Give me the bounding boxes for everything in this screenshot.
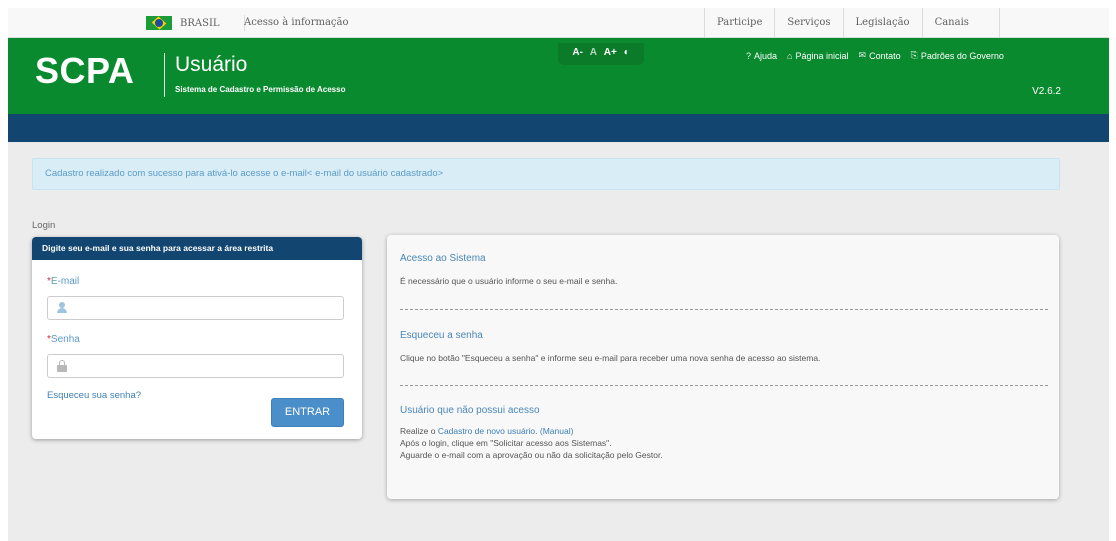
forgot-section: Esqueceu a senha Clique no botão "Esquec… xyxy=(400,330,1048,364)
servicos-link[interactable]: Serviços xyxy=(774,8,842,37)
home-label: Página inicial xyxy=(795,50,849,61)
help-icon: ? xyxy=(746,50,752,61)
forgot-title: Esqueceu a senha xyxy=(400,330,483,341)
increase-font-button[interactable]: A+ xyxy=(604,47,617,58)
access-title: Acesso ao Sistema xyxy=(400,253,486,264)
login-section-label: Login xyxy=(32,220,56,231)
government-bar: BRASIL Acesso à informação Participe Ser… xyxy=(8,8,1109,38)
scpa-logo[interactable]: SCPA xyxy=(35,50,134,92)
forgot-password-link[interactable]: Esqueceu sua senha? xyxy=(47,390,141,401)
brasil-link[interactable]: BRASIL xyxy=(146,15,245,31)
participe-link[interactable]: Participe xyxy=(704,8,774,37)
access-text: É necessário que o usuário informe o seu… xyxy=(400,276,618,286)
access-info-link[interactable]: Acesso à informação xyxy=(244,17,349,28)
no-access-section: Usuário que não possui acesso Realize o … xyxy=(400,405,1048,461)
brazil-flag-icon xyxy=(146,16,172,30)
help-label: Ajuda xyxy=(754,50,778,61)
app-title: Usuário xyxy=(175,53,248,76)
mail-icon: ✉ xyxy=(858,50,867,60)
main-content: Cadastro realizado com sucesso para ativ… xyxy=(8,142,1109,541)
document-icon: ⎘ xyxy=(910,50,918,60)
success-alert: Cadastro realizado com sucesso para ativ… xyxy=(32,158,1060,190)
no-access-title: Usuário que não possui acesso xyxy=(400,405,540,416)
forgot-text: Clique no botão "Esqueceu a senha" e inf… xyxy=(400,353,821,363)
login-panel-title: Digite seu e-mail e sua senha para acess… xyxy=(32,237,362,260)
email-field[interactable] xyxy=(47,296,344,320)
register-prefix: Realize o xyxy=(400,426,438,436)
nav-bar xyxy=(8,114,1109,142)
access-section: Acesso ao Sistema É necessário que o usu… xyxy=(400,253,1048,287)
decrease-font-button[interactable]: A- xyxy=(572,47,583,58)
after-login-text: Após o login, clique em "Solicitar acess… xyxy=(400,438,612,448)
gov-links: Participe Serviços Legislação Canais xyxy=(704,8,1000,37)
canais-link[interactable]: Canais xyxy=(921,8,1000,37)
contact-label: Contato xyxy=(869,50,901,61)
new-user-registration-link[interactable]: Cadastro de novo usuário xyxy=(438,426,535,436)
manual-link[interactable]: (Manual) xyxy=(540,426,574,436)
logo-divider xyxy=(164,53,165,97)
wait-email-text: Aguarde o e-mail com a aprovação ou não … xyxy=(400,450,663,460)
font-size-controls: A- A A+ ◐ xyxy=(558,43,644,65)
login-button[interactable]: ENTRAR xyxy=(271,398,344,427)
login-panel: Digite seu e-mail e sua senha para acess… xyxy=(32,237,362,439)
header-links: ? Ajuda ⌂ Página inicial ✉ Contato ⎘ Pad… xyxy=(746,50,1004,61)
normal-font-button[interactable]: A xyxy=(590,47,597,58)
contact-link[interactable]: ✉ Contato xyxy=(859,50,901,61)
site-header: SCPA Usuário Sistema de Cadastro e Permi… xyxy=(8,38,1109,114)
contrast-icon[interactable]: ◐ xyxy=(624,47,630,58)
user-icon xyxy=(56,301,68,315)
register-line: Realize o Cadastro de novo usuário. (Man… xyxy=(400,425,1048,437)
email-label: *E-mail xyxy=(47,276,79,287)
info-panel: Acesso ao Sistema É necessário que o usu… xyxy=(387,235,1059,499)
app-subtitle: Sistema de Cadastro e Permissão de Acess… xyxy=(175,85,346,94)
password-label-text: Senha xyxy=(50,334,80,345)
divider xyxy=(400,309,1048,310)
gov-standards-label: Padrões do Governo xyxy=(920,50,1004,61)
divider xyxy=(400,385,1048,386)
gov-standards-link[interactable]: ⎘ Padrões do Governo xyxy=(911,50,1004,61)
lock-icon xyxy=(56,359,68,373)
version-label: V2.6.2 xyxy=(1032,86,1061,97)
help-link[interactable]: ? Ajuda xyxy=(746,50,777,61)
brasil-label: BRASIL xyxy=(180,17,220,29)
legislacao-link[interactable]: Legislação xyxy=(842,8,922,37)
home-icon: ⌂ xyxy=(787,50,793,61)
password-label: *Senha xyxy=(47,334,80,345)
password-field[interactable] xyxy=(47,354,344,378)
home-link[interactable]: ⌂ Página inicial xyxy=(787,50,848,61)
email-label-text: E-mail xyxy=(50,276,80,287)
